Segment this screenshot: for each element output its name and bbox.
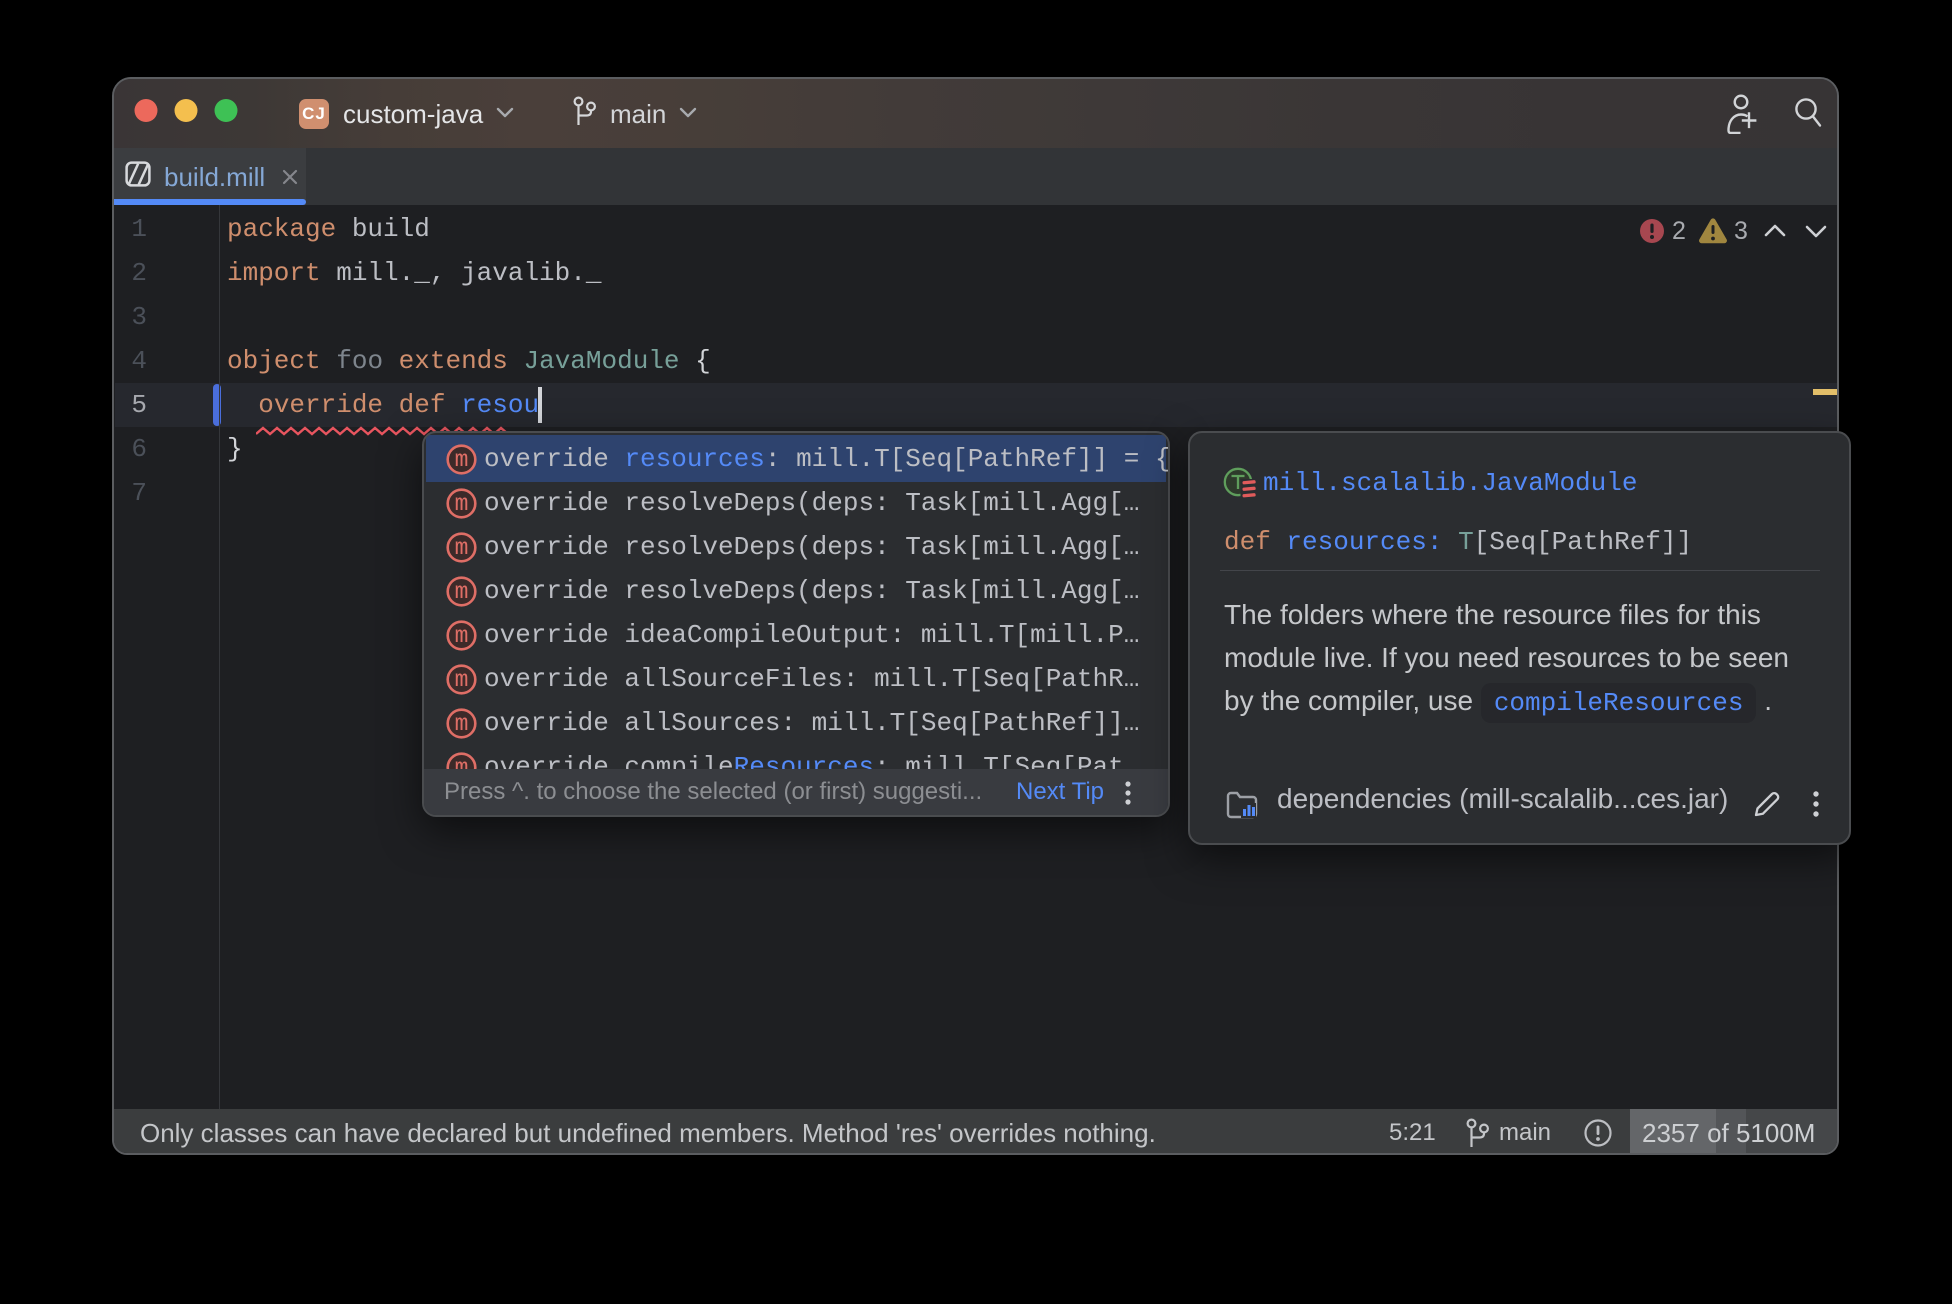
svg-text:m: m — [455, 711, 469, 737]
svg-text:m: m — [455, 623, 469, 649]
svg-text:m: m — [455, 491, 469, 517]
svg-text:m: m — [455, 667, 469, 693]
svg-text:m: m — [455, 535, 469, 561]
svg-text:m: m — [455, 447, 469, 473]
svg-text:m: m — [455, 579, 469, 605]
